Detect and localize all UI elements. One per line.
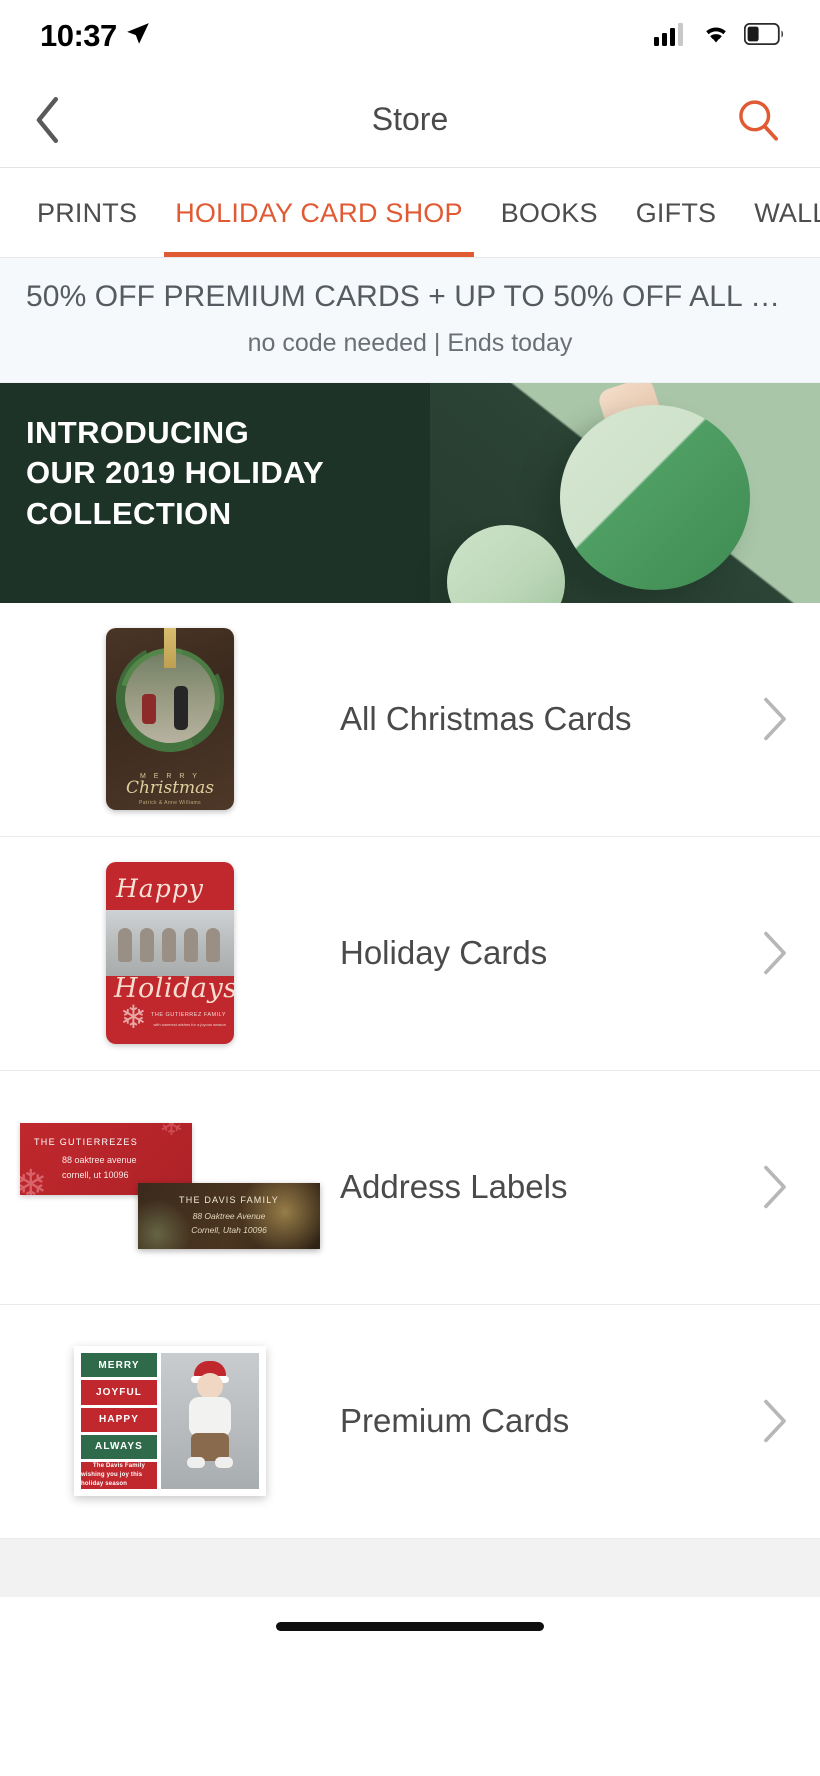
large-ornament-graphic (560, 404, 750, 590)
label-name-text: THE DAVIS FAMILY (179, 1195, 279, 1205)
list-item-holiday-cards[interactable]: Happy Holidays ❄ THE GUTIERREZ FAMILY wi… (0, 836, 820, 1071)
photo-subject-head (197, 1373, 223, 1399)
thumbnail-container: Happy Holidays ❄ THE GUTIERREZ FAMILY wi… (0, 837, 340, 1070)
card-message-text: with warmest wishes for a joyous season (153, 1022, 226, 1027)
list-item-label: Premium Cards (340, 1402, 570, 1439)
back-button[interactable] (18, 90, 78, 150)
card-word-1: MERRY (81, 1353, 157, 1378)
bottom-spacer (0, 1538, 820, 1597)
chevron-left-icon (36, 96, 59, 143)
photo-subject (118, 928, 132, 962)
label-line-2-text: Cornell, Utah 10096 (191, 1225, 267, 1235)
cellular-signal-icon (654, 22, 688, 51)
wifi-icon (700, 22, 732, 51)
snowflake-icon: ❄ (120, 999, 147, 1035)
hero-line-3: COLLECTION (26, 496, 232, 532)
photo-subject (140, 928, 154, 962)
snowflake-icon: ❄ (158, 1123, 184, 1142)
thumbnail-container: ❄ ❄ THE GUTIERREZES 88 oaktree avenue co… (0, 1071, 340, 1304)
list-item-label: Address Labels (340, 1168, 568, 1205)
tab-holiday-card-shop[interactable]: HOLIDAY CARD SHOP (156, 168, 481, 257)
hero-banner[interactable]: INTRODUCING OUR 2019 HOLIDAY COLLECTION (0, 382, 820, 603)
card-happy-text: Happy (116, 874, 204, 903)
photo-subject (206, 928, 220, 962)
chevron-right-icon[interactable] (730, 1399, 820, 1443)
label-line-2-text: cornell, ut 10096 (62, 1170, 129, 1180)
christmas-wreath-card-thumbnail: M E R R Y Christmas Patrick & Anne Willi… (106, 628, 234, 810)
home-indicator[interactable] (276, 1622, 544, 1631)
snowflake-icon: ❄ (20, 1163, 48, 1195)
card-footer-line-2: wishing you joy this holiday season (81, 1472, 143, 1487)
search-button[interactable] (728, 90, 788, 150)
card-family-text: THE GUTIERREZ FAMILY (151, 1012, 226, 1018)
ribbon-icon (164, 628, 176, 668)
photo-subject-shoe (187, 1457, 205, 1468)
hero-heading: INTRODUCING OUR 2019 HOLIDAY COLLECTION (26, 413, 324, 536)
promo-banner[interactable]: 50% OFF PREMIUM CARDS + UP TO 50% OFF AL… (0, 258, 820, 383)
status-bar: 10:37 (0, 0, 820, 72)
dark-address-label: THE DAVIS FAMILY 88 Oaktree Avenue Corne… (138, 1183, 320, 1249)
card-word-3: HAPPY (81, 1407, 157, 1432)
happy-holidays-card-thumbnail: Happy Holidays ❄ THE GUTIERREZ FAMILY wi… (106, 862, 234, 1044)
battery-icon (743, 22, 786, 50)
chevron-right-icon[interactable] (730, 697, 820, 741)
photo-subject (184, 928, 198, 962)
hero-line-2: OUR 2019 HOLIDAY (26, 455, 325, 491)
category-tab-bar[interactable]: PRINTS HOLIDAY CARD SHOP BOOKS GIFTS WAL… (0, 168, 820, 258)
card-word-2: JOYFUL (81, 1380, 157, 1405)
navigation-bar: Store (0, 72, 820, 168)
tab-wall-art[interactable]: WALL AR (735, 168, 820, 257)
hero-line-1: INTRODUCING (26, 414, 250, 450)
thumbnail-container: MERRY JOYFUL HAPPY ALWAYS The Davis Fami… (0, 1305, 340, 1538)
card-photo (106, 910, 234, 976)
status-bar-clock: 10:37 (40, 18, 117, 53)
promo-headline: 50% OFF PREMIUM CARDS + UP TO 50% OFF AL… (26, 280, 810, 313)
search-icon (739, 99, 778, 141)
label-line-1-text: 88 Oaktree Avenue (192, 1211, 266, 1221)
tab-gifts[interactable]: GIFTS (617, 168, 736, 257)
photo-subject-shoe (215, 1457, 233, 1468)
label-line-1-text: 88 oaktree avenue (62, 1155, 137, 1165)
promo-subtext: no code needed | Ends today (247, 328, 573, 357)
page-title: Store (371, 101, 449, 137)
card-word-4: ALWAYS (81, 1434, 157, 1459)
card-names-text: Patrick & Anne Williams (139, 800, 201, 806)
status-bar-left: 10:37 (40, 18, 151, 54)
tab-books[interactable]: BOOKS (482, 168, 617, 257)
label-name-text: THE GUTIERREZES (34, 1137, 139, 1147)
list-item-label: Holiday Cards (340, 934, 548, 971)
list-item-address-labels[interactable]: ❄ ❄ THE GUTIERREZES 88 oaktree avenue co… (0, 1070, 820, 1305)
chevron-right-icon[interactable] (730, 931, 820, 975)
card-word-blocks: MERRY JOYFUL HAPPY ALWAYS The Davis Fami… (81, 1353, 157, 1489)
category-list: M E R R Y Christmas Patrick & Anne Willi… (0, 602, 820, 1539)
status-bar-right (654, 22, 786, 51)
premium-card-thumbnail: MERRY JOYFUL HAPPY ALWAYS The Davis Fami… (74, 1346, 266, 1496)
tab-prints[interactable]: PRINTS (18, 168, 156, 257)
light-glow-graphic (138, 1199, 192, 1249)
list-item-label: All Christmas Cards (340, 700, 632, 737)
card-footer-block: The Davis Family wishing you joy this ho… (81, 1462, 157, 1489)
chevron-right-icon[interactable] (730, 1165, 820, 1209)
card-script-text: Christmas (125, 778, 215, 798)
card-footer-line-1: The Davis Family (92, 1463, 146, 1469)
home-indicator-area (0, 1596, 820, 1657)
address-labels-thumbnail: ❄ ❄ THE GUTIERREZES 88 oaktree avenue co… (20, 1117, 320, 1257)
photo-subject (162, 928, 176, 962)
list-item-premium-cards[interactable]: MERRY JOYFUL HAPPY ALWAYS The Davis Fami… (0, 1304, 820, 1539)
list-item-all-christmas-cards[interactable]: M E R R Y Christmas Patrick & Anne Willi… (0, 602, 820, 837)
photo-subject-body (189, 1397, 231, 1437)
location-arrow-icon (125, 21, 151, 52)
card-photo (161, 1353, 259, 1489)
thumbnail-container: M E R R Y Christmas Patrick & Anne Willi… (0, 603, 340, 836)
